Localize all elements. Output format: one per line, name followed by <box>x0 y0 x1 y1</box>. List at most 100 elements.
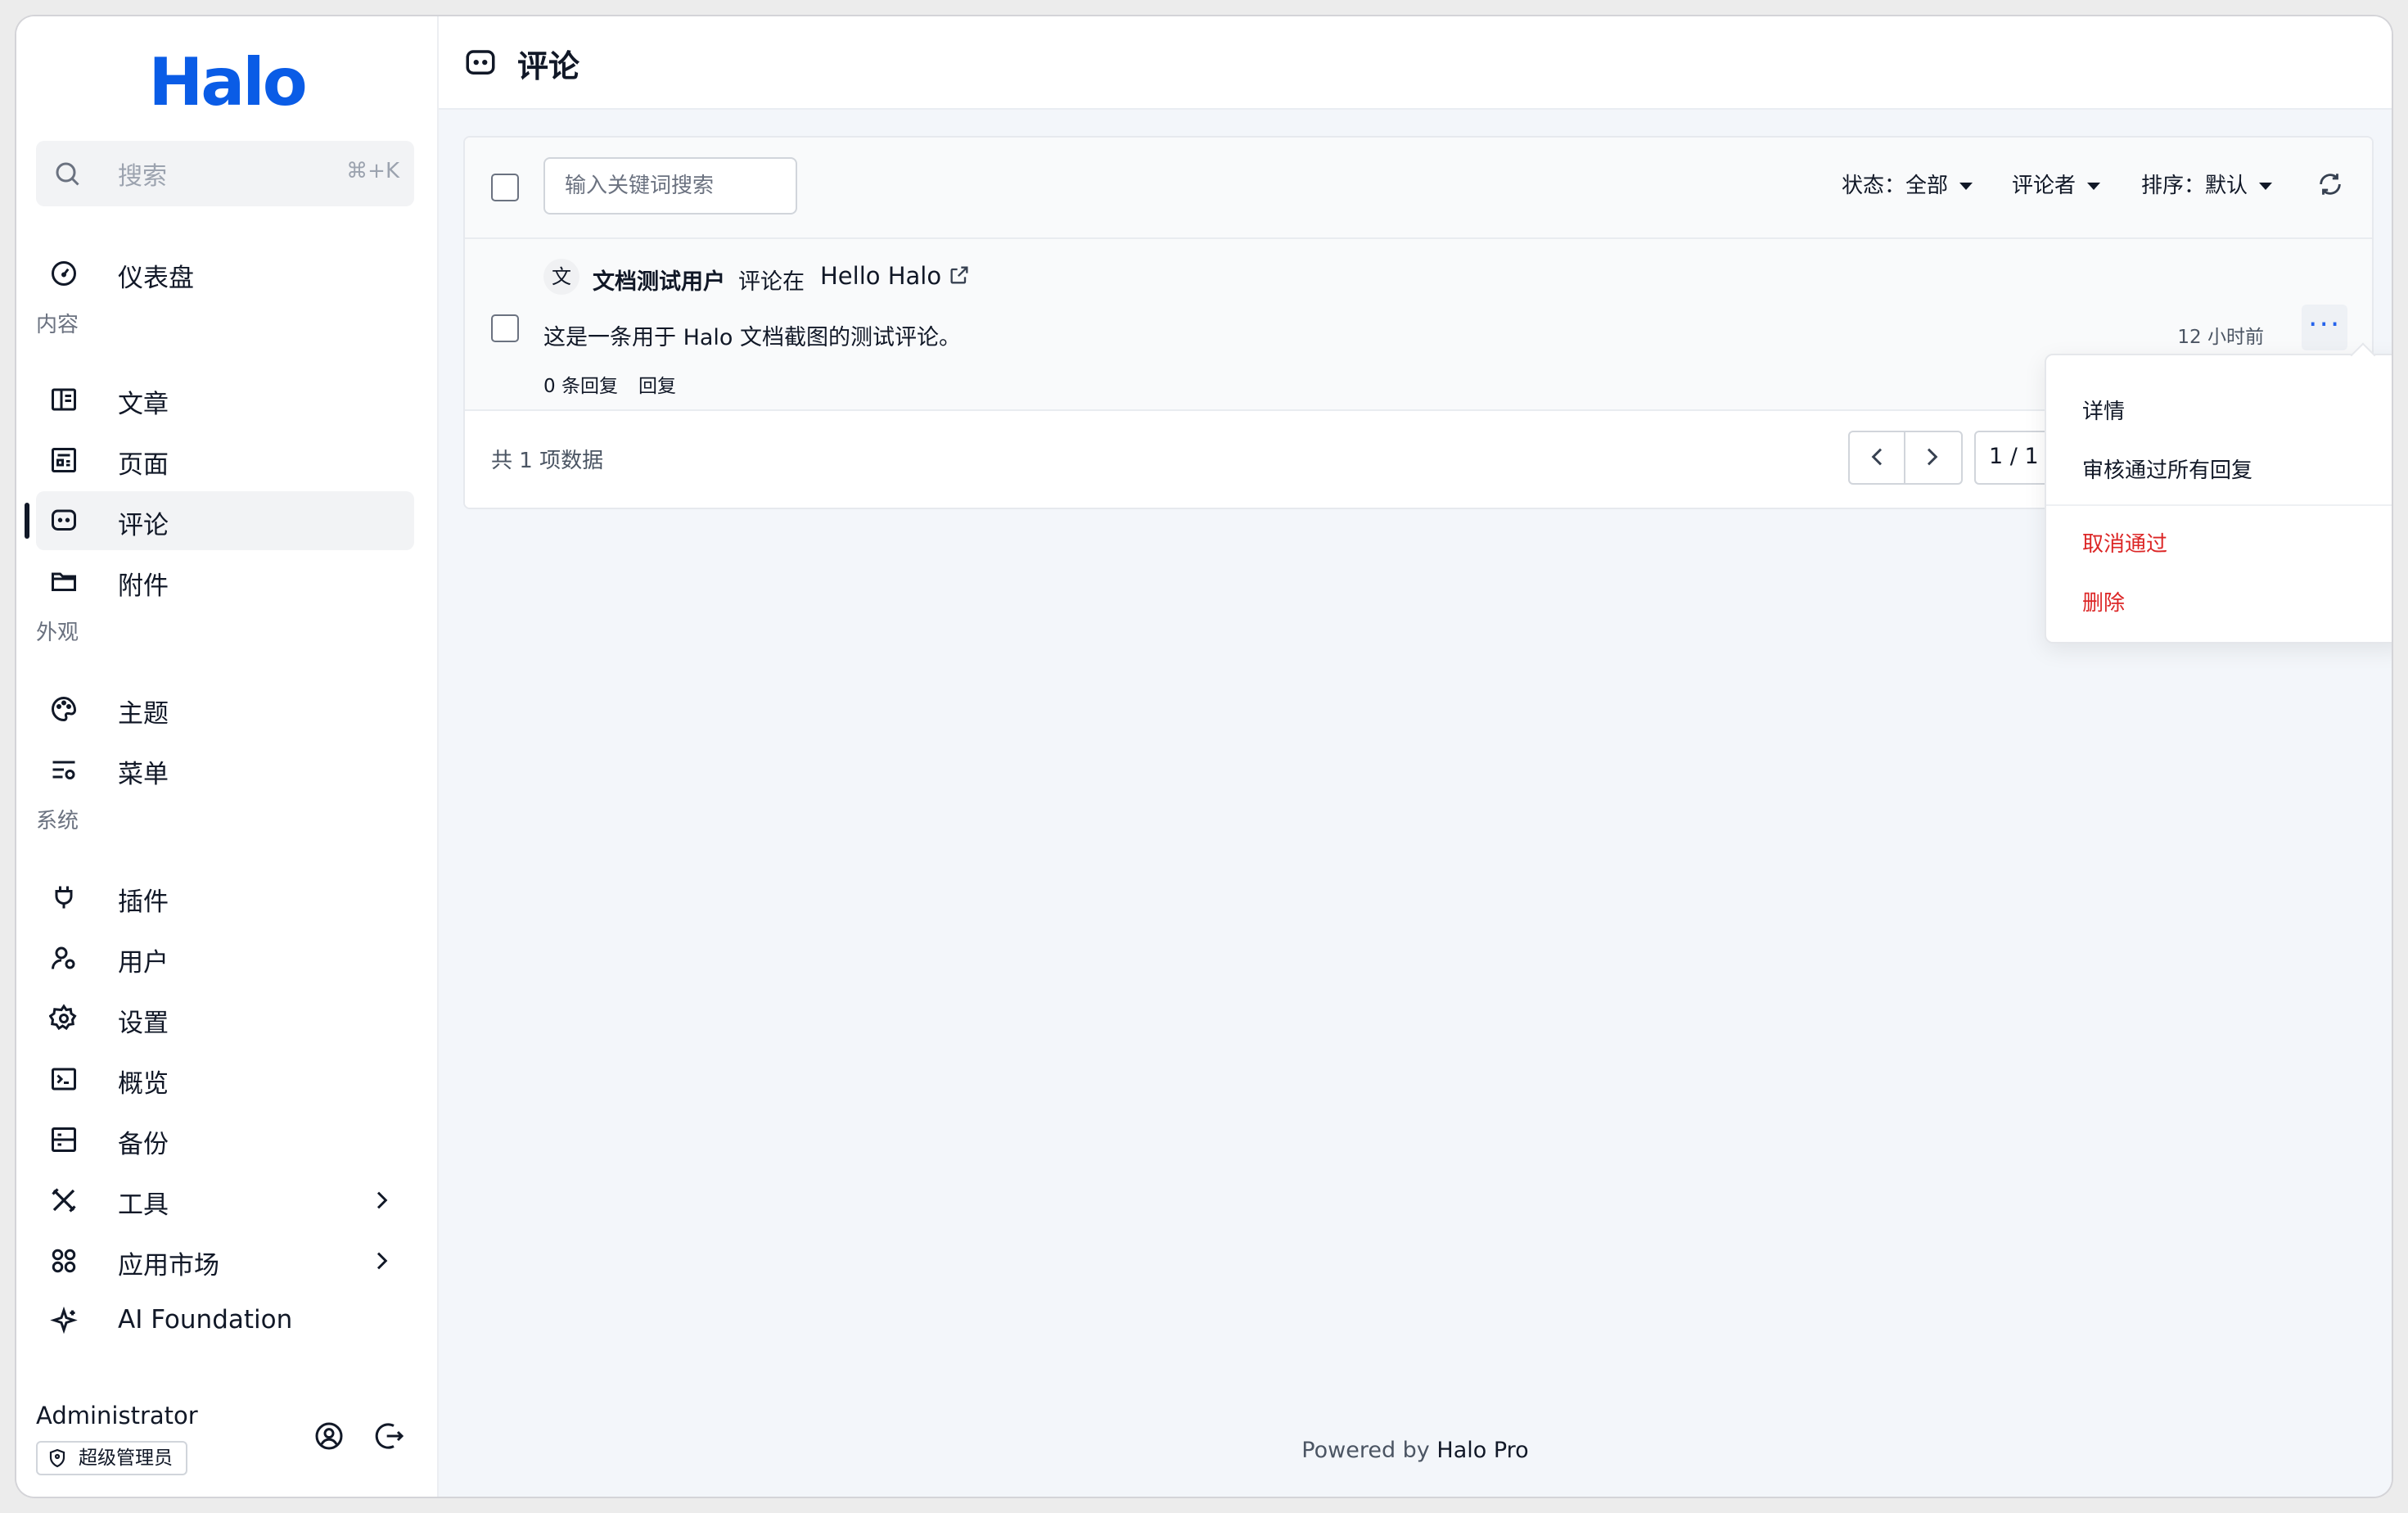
role-label: 超级管理员 <box>79 1448 173 1469</box>
chevron-left-icon[interactable] <box>1865 444 1891 470</box>
sidebar-item-posts[interactable]: 文章 <box>36 370 414 429</box>
halo-logo[interactable]: Halo <box>16 44 437 120</box>
sidebar-item-pages[interactable]: 页面 <box>36 431 414 490</box>
comment-author[interactable]: 文档测试用户 <box>593 264 725 296</box>
sidebar-item-label: 工具 <box>118 1190 169 1220</box>
menu-item-approve-all-replies[interactable]: 审核通过所有回复 <box>2082 454 2252 484</box>
caret-down-icon <box>1959 183 1973 190</box>
status-filter-label: 状态：全部 <box>1842 174 1949 198</box>
status-filter[interactable]: 状态：全部 <box>1842 169 1973 199</box>
book-open-icon <box>52 388 76 411</box>
sidebar-item-label: 备份 <box>118 1130 169 1159</box>
sidebar-item-themes[interactable]: 主题 <box>36 680 414 738</box>
comment-actions-dropdown: 详情 审核通过所有回复 取消通过 删除 <box>2045 342 2392 644</box>
sidebar-item-attachments[interactable]: 附件 <box>36 552 414 611</box>
comment-checkbox[interactable] <box>491 314 519 342</box>
sidebar-item-users[interactable]: 用户 <box>36 928 414 987</box>
apps-icon <box>52 1249 76 1273</box>
sidebar-item-menus[interactable]: 菜单 <box>36 740 414 799</box>
terminal-icon <box>52 1068 76 1091</box>
sidebar-item-label: 应用市场 <box>118 1251 219 1280</box>
palette-icon <box>52 696 77 722</box>
sidebar-item-label: 页面 <box>118 450 169 480</box>
group-label-content: 内容 <box>36 313 79 337</box>
sidebar-item-label: 主题 <box>118 699 169 729</box>
sidebar-item-label: 用户 <box>118 948 169 978</box>
plug-icon <box>55 886 73 909</box>
sidebar-item-label: 概览 <box>118 1069 169 1099</box>
sidebar-item-ai-foundation[interactable]: AI Foundation <box>36 1292 414 1351</box>
sidebar-item-app-market[interactable]: 应用市场 <box>36 1231 414 1290</box>
menu-item-cancel-approval[interactable]: 取消通过 <box>2082 527 2167 558</box>
sidebar-item-label: 评论 <box>118 511 169 540</box>
sparkle-icon <box>50 1307 78 1335</box>
sort-filter-label: 排序：默认 <box>2141 174 2248 198</box>
menu-divider <box>2046 504 2392 506</box>
sidebar-item-label: 设置 <box>118 1009 169 1038</box>
powered-prefix: Powered by <box>1301 1438 1430 1463</box>
active-indicator <box>25 503 29 539</box>
comment-icon <box>466 50 495 75</box>
menu-item-delete[interactable]: 删除 <box>2082 586 2125 616</box>
select-all-checkbox[interactable] <box>491 174 519 201</box>
sidebar-item-label: AI Foundation <box>118 1305 293 1335</box>
sidebar-item-backup[interactable]: 备份 <box>36 1110 414 1169</box>
main-content: 评论 状态：全部 评论者 排序：默认 文 文档测试用户 评论在 Hello Ha… <box>439 16 2392 1497</box>
page-indicator: 1 / 1 <box>1989 444 2039 469</box>
sidebar-item-overview[interactable]: 概览 <box>36 1050 414 1109</box>
caret-down-icon <box>2259 183 2273 190</box>
search-shortcut: ⌘+K <box>346 159 399 183</box>
gear-icon <box>49 1004 77 1031</box>
comment-time: 12 小时前 <box>2177 327 2264 348</box>
caret-down-icon <box>2087 183 2101 190</box>
sidebar-item-dashboard[interactable]: 仪表盘 <box>36 244 414 303</box>
role-badge: 超级管理员 <box>36 1441 187 1475</box>
sidebar-item-tools[interactable]: 工具 <box>36 1171 414 1230</box>
more-actions-button[interactable]: ··· <box>2302 305 2347 350</box>
gauge-icon <box>52 261 76 286</box>
page-title: 评论 <box>517 48 580 84</box>
commenter-filter[interactable]: 评论者 <box>2012 169 2101 199</box>
refresh-icon[interactable] <box>2316 170 2344 198</box>
pager-divider <box>1904 432 1905 483</box>
search-icon <box>56 162 79 186</box>
sidebar-item-plugins[interactable]: 插件 <box>36 868 414 927</box>
chevron-right-icon <box>377 1252 388 1270</box>
group-label-system: 系统 <box>36 809 79 833</box>
external-link-icon[interactable] <box>948 264 971 287</box>
chevron-right-icon <box>377 1191 388 1209</box>
tools-icon <box>52 1188 76 1213</box>
page-icon <box>52 448 76 472</box>
chevron-right-icon[interactable] <box>1919 444 1945 470</box>
total-count: 共 1 项数据 <box>491 449 604 473</box>
sidebar-item-settings[interactable]: 设置 <box>36 989 414 1048</box>
more-horizontal-icon: ··· <box>2308 308 2342 341</box>
sidebar-item-comments[interactable]: 评论 <box>25 491 414 550</box>
comment-target-link[interactable]: Hello Halo <box>820 262 941 290</box>
sidebar-item-label: 文章 <box>118 390 169 419</box>
logout-icon[interactable] <box>373 1420 406 1452</box>
filter-bar: 状态：全部 评论者 排序：默认 <box>465 138 2372 239</box>
page-header: 评论 <box>439 16 2392 110</box>
search-placeholder: 搜索 <box>118 162 167 191</box>
comment-content: 这是一条用于 Halo 文档截图的测试评论。 <box>543 325 962 350</box>
avatar: 文 <box>543 259 579 295</box>
reply-button[interactable]: 回复 <box>638 370 676 398</box>
sidebar-item-label: 插件 <box>118 887 169 917</box>
sidebar-item-label: 附件 <box>118 571 169 601</box>
user-name: Administrator <box>36 1402 198 1429</box>
reply-count[interactable]: 0 条回复 <box>543 370 618 398</box>
user-cog-icon <box>52 946 75 969</box>
sort-filter[interactable]: 排序：默认 <box>2141 169 2273 199</box>
pager-buttons <box>1848 431 1963 485</box>
shield-icon <box>49 1448 65 1468</box>
archive-icon <box>52 1127 76 1152</box>
search-box[interactable]: 搜索 ⌘+K <box>36 141 414 206</box>
profile-icon[interactable] <box>313 1420 345 1452</box>
menu-item-detail[interactable]: 详情 <box>2082 395 2125 425</box>
comment-action: 评论在 <box>738 269 805 295</box>
powered-brand[interactable]: Halo Pro <box>1436 1438 1528 1463</box>
folder-icon <box>52 572 76 591</box>
sidebar: Halo 搜索 ⌘+K 仪表盘 内容 文章 页面 评论 附件 外观 主题 菜单 … <box>16 16 439 1497</box>
keyword-search-input[interactable] <box>543 157 797 215</box>
